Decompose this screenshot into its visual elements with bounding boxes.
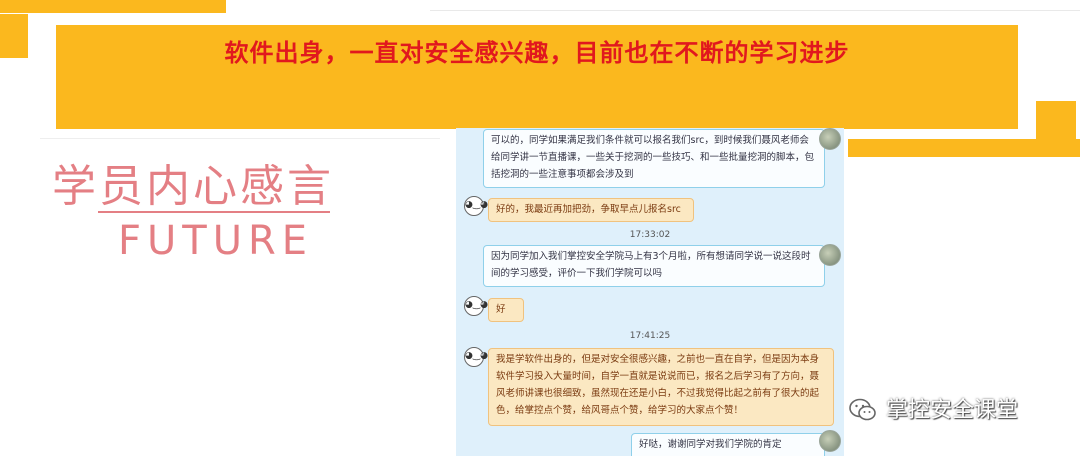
title-banner: 软件出身，一直对安全感兴趣，目前也在不断的学习进步 <box>56 25 1018 129</box>
chat-timestamp: 17:33:02 <box>629 230 671 240</box>
chat-timestamp: 17:41:25 <box>629 331 671 341</box>
decor-line-mid <box>40 138 440 139</box>
wechat-icon <box>848 397 878 428</box>
chat-message-student: 好的，我最近再加把劲，争取早点儿报名src <box>488 198 694 222</box>
chat-message-staff: 因为同学加入我们掌控安全学院马上有3个月啦，所有想请同学说一说这段时间的学习感受… <box>483 245 825 287</box>
heading-chinese: 学员内心感言 <box>52 161 334 212</box>
chat-message-staff: 好哒，谢谢同学对我们学院的肯定 <box>631 433 825 456</box>
student-avatar: ◕‿◕ <box>464 196 488 216</box>
decor-line-top <box>430 10 1080 11</box>
staff-avatar <box>819 244 841 266</box>
student-avatar: ◕‿◕ <box>464 296 488 316</box>
chat-message-text: 好的，我最近再加把劲，争取早点儿报名src <box>496 204 681 215</box>
student-avatar: ◕‿◕ <box>464 347 488 367</box>
decor-bar-right <box>848 139 1080 157</box>
staff-avatar <box>819 128 841 150</box>
chat-message-text: 好 <box>496 304 506 315</box>
watermark-text: 掌控安全课堂 <box>886 398 1019 423</box>
chat-message-text: 可以的，同学如果满足我们条件就可以报名我们src，到时候我们聂风老师会给同学讲一… <box>491 135 815 180</box>
chat-message-staff: 可以的，同学如果满足我们条件就可以报名我们src，到时候我们聂风老师会给同学讲一… <box>483 129 825 188</box>
chat-message-text: 我是学软件出身的，但是对安全很感兴趣，之前也一直在自学，但是因为本身软件学习投入… <box>496 354 820 416</box>
chat-message-student: 好 <box>488 298 524 322</box>
heading-divider <box>98 211 330 213</box>
decor-bar-left <box>0 14 28 58</box>
staff-avatar <box>819 430 841 452</box>
chat-screenshot: 可以的，同学如果满足我们条件就可以报名我们src，到时候我们聂风老师会给同学讲一… <box>456 128 844 456</box>
chat-message-student: 我是学软件出身的，但是对安全很感兴趣，之前也一直在自学，但是因为本身软件学习投入… <box>488 348 834 426</box>
decor-bar-top-left <box>0 0 226 13</box>
chat-message-text: 因为同学加入我们掌控安全学院马上有3个月啦，所有想请同学说一说这段时间的学习感受… <box>491 251 811 279</box>
chat-message-text: 好哒，谢谢同学对我们学院的肯定 <box>639 439 782 450</box>
heading-english: FUTURE <box>118 218 314 264</box>
banner-title: 软件出身，一直对安全感兴趣，目前也在不断的学习进步 <box>224 39 850 67</box>
